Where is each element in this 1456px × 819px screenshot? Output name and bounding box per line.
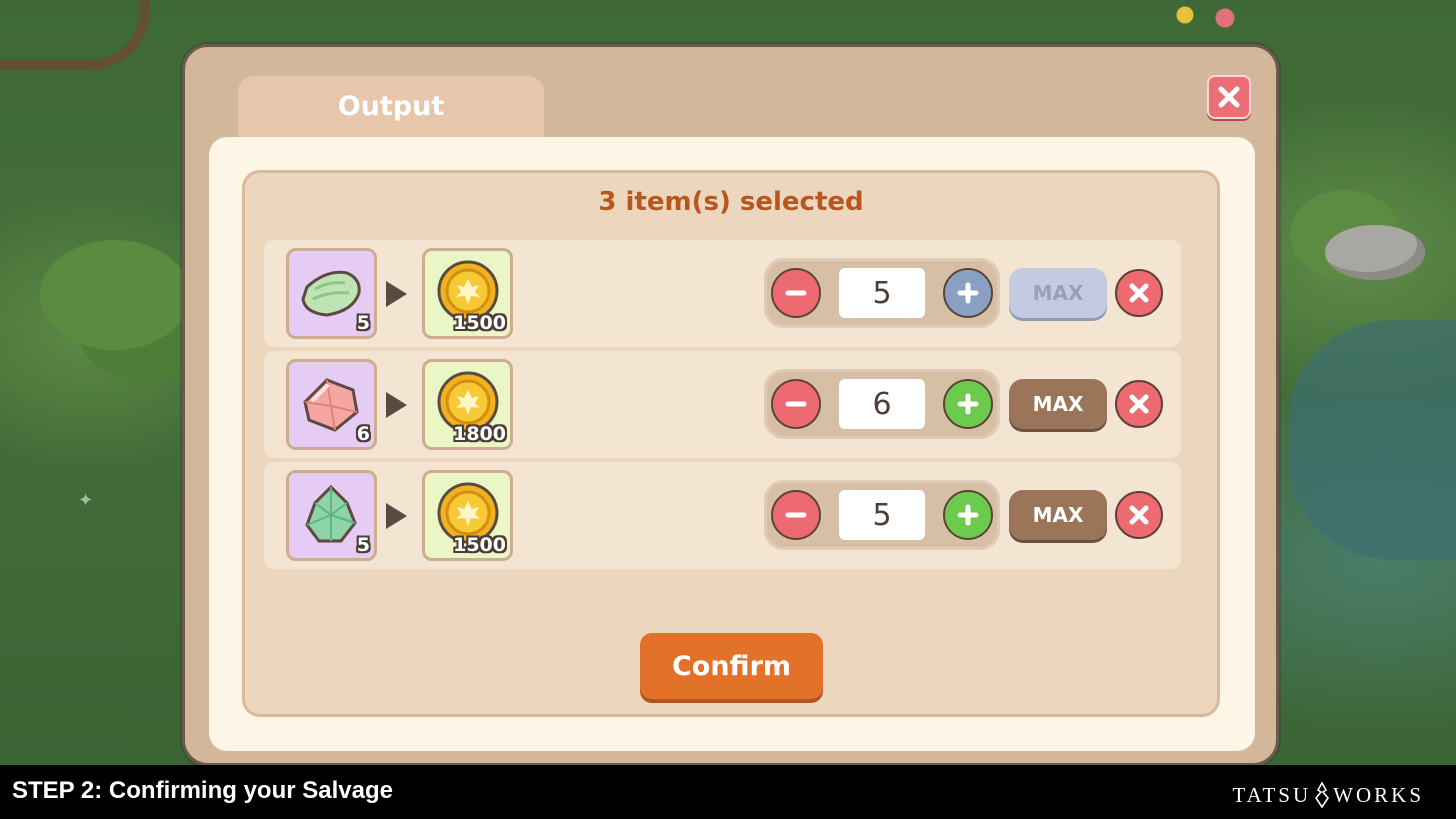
selected-count-title: 3 item(s) selected [598, 187, 864, 217]
increment-button[interactable] [943, 490, 993, 540]
salvage-row: 5 1500 5 MAX [264, 240, 1181, 347]
remove-item-button[interactable] [1115, 380, 1163, 428]
max-button[interactable]: MAX [1009, 268, 1107, 318]
dragon-logo-icon [1315, 782, 1330, 808]
arrow-right-icon [386, 392, 407, 418]
confirm-button[interactable]: Confirm [640, 633, 823, 699]
salvage-row: 6 1800 6 MAX [264, 351, 1181, 458]
close-icon [1129, 394, 1149, 414]
quantity-field[interactable] [839, 268, 925, 318]
output-item-slot[interactable]: 1500 [422, 248, 513, 339]
caption-bar: STEP 2: Confirming your Salvage TATSU WO… [0, 765, 1456, 819]
bush-decoration [40, 240, 190, 350]
arrow-right-icon [386, 503, 407, 529]
close-icon [1129, 505, 1149, 525]
input-count: 6 [356, 423, 370, 445]
increment-button[interactable] [943, 268, 993, 318]
plus-icon [957, 282, 979, 304]
max-button[interactable]: MAX [1009, 490, 1107, 540]
salvage-output-modal: Output 3 item(s) selected 5 1500 5 MAX 6… [182, 44, 1279, 766]
output-amount: 1500 [453, 312, 506, 334]
plus-icon [957, 504, 979, 526]
modal-panel: 3 item(s) selected 5 1500 5 MAX 6 1800 6… [209, 137, 1255, 751]
input-count: 5 [356, 534, 370, 556]
selected-items-container: 3 item(s) selected 5 1500 5 MAX 6 1800 6… [242, 170, 1220, 717]
close-icon [1129, 283, 1149, 303]
input-item-slot[interactable]: 5 [286, 248, 377, 339]
output-item-slot[interactable]: 1500 [422, 470, 513, 561]
quantity-field[interactable] [839, 490, 925, 540]
increment-button[interactable] [943, 379, 993, 429]
minus-icon [785, 401, 807, 407]
minus-icon [785, 512, 807, 518]
output-amount: 1800 [453, 423, 506, 445]
salvage-row: 5 1500 5 MAX [264, 462, 1181, 569]
brand-logo: TATSU WORKS [1233, 782, 1425, 808]
minus-icon [785, 290, 807, 296]
input-count: 5 [356, 312, 370, 334]
output-amount: 1500 [453, 534, 506, 556]
quantity-stepper [764, 369, 1000, 439]
step-caption: STEP 2: Confirming your Salvage [12, 777, 393, 804]
brand-text-left: TATSU [1232, 782, 1312, 807]
fence-decoration [0, 0, 150, 70]
max-button[interactable]: MAX [1009, 379, 1107, 429]
pond-decoration [1290, 320, 1456, 560]
remove-item-button[interactable] [1115, 491, 1163, 539]
brand-text-right: WORKS [1333, 782, 1424, 807]
quantity-stepper [764, 258, 1000, 328]
plus-icon [957, 393, 979, 415]
input-item-slot[interactable]: 6 [286, 359, 377, 450]
sparkle-icon: ✦ [78, 490, 94, 511]
remove-item-button[interactable] [1115, 269, 1163, 317]
decrement-button[interactable] [771, 490, 821, 540]
decrement-button[interactable] [771, 379, 821, 429]
tab-output[interactable]: Output [238, 76, 544, 142]
quantity-field[interactable] [839, 379, 925, 429]
output-item-slot[interactable]: 1800 [422, 359, 513, 450]
input-item-slot[interactable]: 5 [286, 470, 377, 561]
close-button[interactable] [1207, 75, 1251, 119]
close-icon [1218, 86, 1240, 108]
quantity-stepper [764, 480, 1000, 550]
arrow-right-icon [386, 281, 407, 307]
rock-decoration [1325, 225, 1425, 280]
decrement-button[interactable] [771, 268, 821, 318]
flower-decoration [1165, 0, 1245, 40]
